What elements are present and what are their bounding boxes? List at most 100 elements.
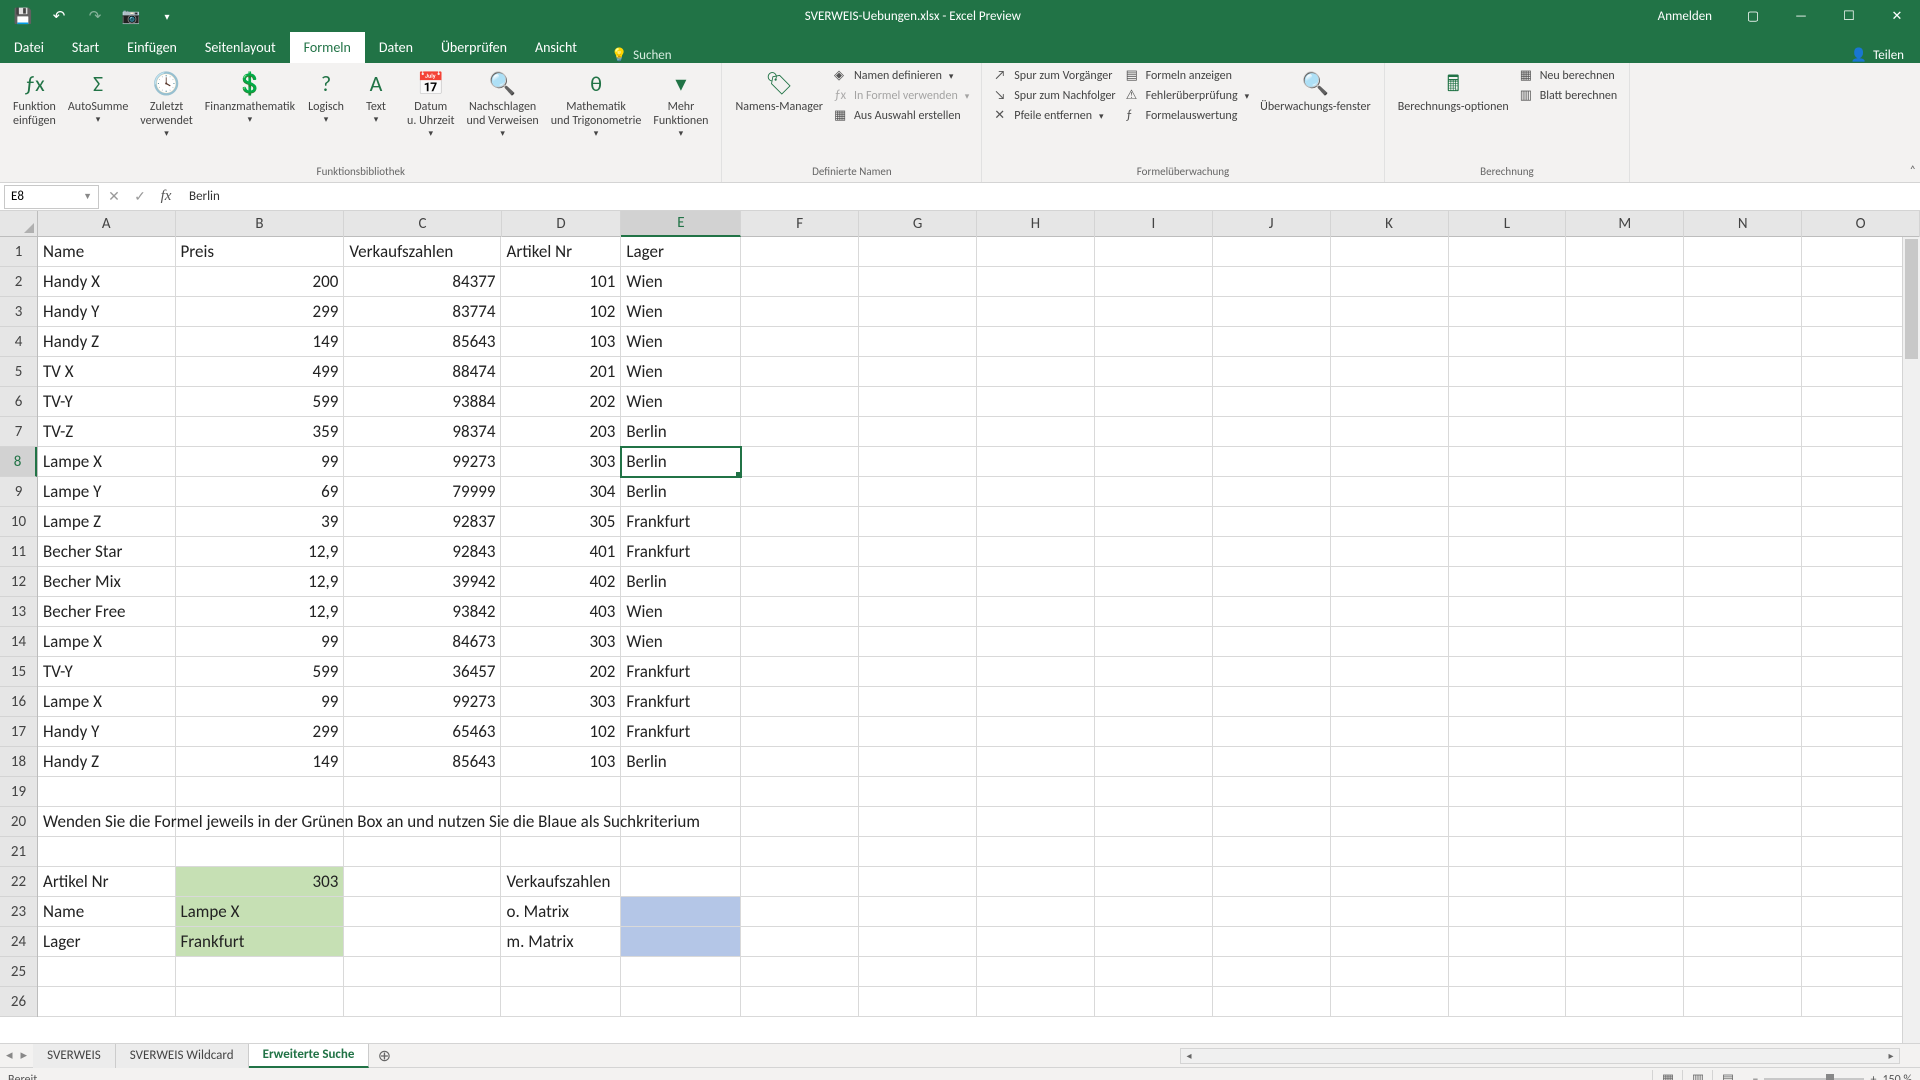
cell-J20[interactable] [1213,807,1331,837]
cell-K12[interactable] [1331,567,1449,597]
cell-E7[interactable]: Berlin [621,417,741,447]
tab-formeln[interactable]: Formeln [290,32,365,63]
cell-H22[interactable] [977,867,1095,897]
row-header-1[interactable]: 1 [0,237,37,267]
cell-H24[interactable] [977,927,1095,957]
tab-daten[interactable]: Daten [365,32,427,63]
row-header-9[interactable]: 9 [0,477,37,507]
cell-K16[interactable] [1331,687,1449,717]
cell-B16[interactable]: 99 [176,687,345,717]
cell-E18[interactable]: Berlin [621,747,741,777]
cell-B1[interactable]: Preis [176,237,345,267]
row-header-15[interactable]: 15 [0,657,37,687]
cell-D1[interactable]: Artikel Nr [501,237,621,267]
cell-I13[interactable] [1095,597,1213,627]
cell-L25[interactable] [1449,957,1567,987]
cell-I16[interactable] [1095,687,1213,717]
tab-ansicht[interactable]: Ansicht [521,32,591,63]
cell-E13[interactable]: Wien [621,597,741,627]
cell-A19[interactable] [38,777,176,807]
cell-L23[interactable] [1449,897,1567,927]
cell-A1[interactable]: Name [38,237,176,267]
col-header-B[interactable]: B [176,211,345,237]
cell-D15[interactable]: 202 [501,657,621,687]
cell-J9[interactable] [1213,477,1331,507]
cell-C2[interactable]: 84377 [344,267,501,297]
cell-N4[interactable] [1684,327,1802,357]
cell-M11[interactable] [1566,537,1684,567]
col-header-K[interactable]: K [1331,211,1449,237]
cell-L5[interactable] [1449,357,1567,387]
ribbon-display-icon[interactable]: ▢ [1730,0,1776,32]
cell-E17[interactable]: Frankfurt [621,717,741,747]
row-header-6[interactable]: 6 [0,387,37,417]
cell-M4[interactable] [1566,327,1684,357]
fn-logisch-button[interactable]: ?Logisch▾ [302,67,350,127]
cell-B15[interactable]: 599 [176,657,345,687]
col-header-J[interactable]: J [1213,211,1331,237]
cell-G13[interactable] [859,597,977,627]
cell-N19[interactable] [1684,777,1802,807]
cell-K11[interactable] [1331,537,1449,567]
col-header-H[interactable]: H [977,211,1095,237]
cell-L9[interactable] [1449,477,1567,507]
cell-H10[interactable] [977,507,1095,537]
fn-zuletzt-verwendet-button[interactable]: 🕓Zuletztverwendet▾ [135,67,198,141]
cell-J7[interactable] [1213,417,1331,447]
cell-C22[interactable] [344,867,501,897]
cell-F13[interactable] [741,597,859,627]
cell-E9[interactable]: Berlin [621,477,741,507]
cell-G15[interactable] [859,657,977,687]
cell-G7[interactable] [859,417,977,447]
close-icon[interactable]: ✕ [1874,0,1920,32]
row-header-12[interactable]: 12 [0,567,37,597]
cell-J12[interactable] [1213,567,1331,597]
normal-view-icon[interactable]: ▦ [1652,1070,1682,1080]
scroll-left-icon[interactable]: ◂ [1181,1049,1197,1062]
cell-I10[interactable] [1095,507,1213,537]
cell-H7[interactable] [977,417,1095,447]
cell-L26[interactable] [1449,987,1567,1017]
cell-M13[interactable] [1566,597,1684,627]
cell-E12[interactable]: Berlin [621,567,741,597]
cell-C18[interactable]: 85643 [344,747,501,777]
cell-D11[interactable]: 401 [501,537,621,567]
cell-G5[interactable] [859,357,977,387]
cell-I6[interactable] [1095,387,1213,417]
cell-M21[interactable] [1566,837,1684,867]
cell-H12[interactable] [977,567,1095,597]
cell-I18[interactable] [1095,747,1213,777]
cell-D26[interactable] [501,987,621,1017]
cell-H18[interactable] [977,747,1095,777]
cell-F20[interactable] [741,807,859,837]
cell-E21[interactable] [621,837,741,867]
cell-J1[interactable] [1213,237,1331,267]
cell-D25[interactable] [501,957,621,987]
cell-D19[interactable] [501,777,621,807]
cell-A4[interactable]: Handy Z [38,327,176,357]
cell-N7[interactable] [1684,417,1802,447]
cell-L10[interactable] [1449,507,1567,537]
cell-L4[interactable] [1449,327,1567,357]
cell-I26[interactable] [1095,987,1213,1017]
cell-K3[interactable] [1331,297,1449,327]
cell-D6[interactable]: 202 [501,387,621,417]
cell-A24[interactable]: Lager [38,927,176,957]
row-header-2[interactable]: 2 [0,267,37,297]
cell-A20[interactable]: Wenden Sie die Formel jeweils in der Grü… [38,807,176,837]
define-name-button[interactable]: ◈Namen definieren▾ [830,67,973,85]
cell-L21[interactable] [1449,837,1567,867]
cell-B5[interactable]: 499 [176,357,345,387]
cell-A9[interactable]: Lampe Y [38,477,176,507]
cell-K19[interactable] [1331,777,1449,807]
sheet-nav[interactable]: ◂▸ [0,1048,33,1063]
cell-J14[interactable] [1213,627,1331,657]
cell-D9[interactable]: 304 [501,477,621,507]
cell-C1[interactable]: Verkaufszahlen [344,237,501,267]
cell-M19[interactable] [1566,777,1684,807]
cell-K23[interactable] [1331,897,1449,927]
cell-D7[interactable]: 203 [501,417,621,447]
cell-N17[interactable] [1684,717,1802,747]
cell-K9[interactable] [1331,477,1449,507]
cell-L14[interactable] [1449,627,1567,657]
